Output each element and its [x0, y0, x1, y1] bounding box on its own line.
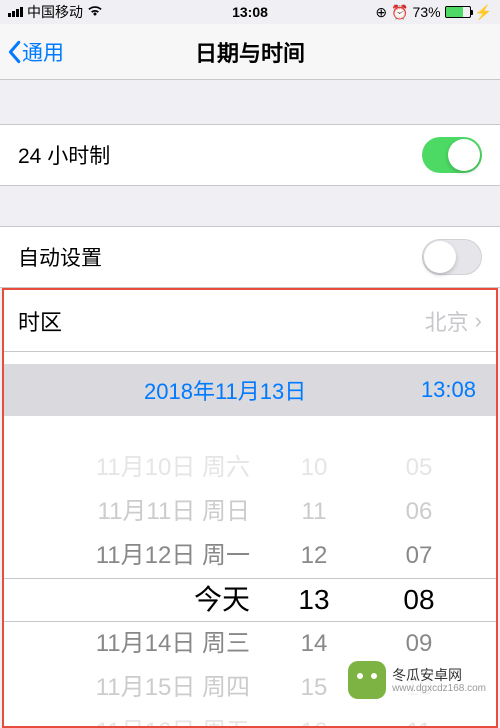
nav-bar: 通用 日期与时间: [0, 24, 500, 80]
picker-minute-item[interactable]: 11: [384, 710, 454, 726]
battery-icon: [445, 6, 471, 18]
carrier-label: 中国移动: [27, 2, 83, 22]
picker-minute-item[interactable]: 07: [384, 534, 454, 578]
picker-hour-item[interactable]: 13: [284, 578, 344, 622]
watermark-url: www.dgxcdz168.com: [392, 683, 486, 694]
status-bar: 中国移动 13:08 ⊕ ⏰ 73% ⚡: [0, 0, 500, 24]
watermark: 冬瓜安卓网 www.dgxcdz168.com: [340, 657, 494, 703]
picker-minute-item[interactable]: 08: [384, 578, 454, 622]
back-label: 通用: [22, 37, 64, 67]
selected-time: 13:08: [421, 377, 476, 403]
picker-date-item[interactable]: 11月12日 周一: [4, 534, 250, 578]
back-button[interactable]: 通用: [0, 37, 64, 67]
chevron-right-icon: ›: [475, 308, 482, 334]
alarm-icon: ⏰: [391, 4, 408, 21]
picker-date-item[interactable]: 今天: [4, 578, 250, 622]
picker-hour-item[interactable]: 14: [284, 622, 344, 666]
watermark-logo-icon: [348, 661, 386, 699]
picker-hour-item[interactable]: 15: [284, 666, 344, 710]
picker-minute-item[interactable]: 06: [384, 490, 454, 534]
chevron-left-icon: [6, 40, 22, 64]
picker-date-item[interactable]: 11月16日 周五: [4, 710, 250, 726]
row-datetime[interactable]: 2018年11月13日 13:08: [4, 364, 496, 416]
picker-date-item[interactable]: 11月14日 周三: [4, 622, 250, 666]
page-title: 日期与时间: [195, 36, 305, 68]
timezone-label: 时区: [18, 305, 62, 337]
timezone-value: 北京: [425, 305, 469, 337]
picker-date-item[interactable]: 11月11日 周日: [4, 490, 250, 534]
picker-date-item[interactable]: 11月15日 周四: [4, 666, 250, 710]
picker-col-date[interactable]: 11月10日 周六 11月11日 周日 11月12日 周一 今天 11月14日 …: [4, 446, 264, 726]
picker-hour-item[interactable]: 11: [284, 490, 344, 534]
picker-col-hour[interactable]: 10 11 12 13 14 15 16: [284, 446, 344, 726]
rotation-lock-icon: ⊕: [375, 4, 387, 21]
switch-auto-set[interactable]: [422, 239, 482, 275]
row-label: 自动设置: [18, 242, 102, 272]
charging-icon: ⚡: [475, 4, 492, 21]
picker-hour-item[interactable]: 12: [284, 534, 344, 578]
row-timezone[interactable]: 时区 北京 ›: [4, 290, 496, 352]
row-auto-set: 自动设置: [0, 226, 500, 288]
picker-hour-item[interactable]: 10: [284, 446, 344, 490]
watermark-name: 冬瓜安卓网: [392, 667, 486, 683]
signal-icon: [8, 7, 23, 17]
selected-date: 2018年11月13日: [144, 374, 306, 406]
picker-minute-item[interactable]: 05: [384, 446, 454, 490]
status-time: 13:08: [232, 4, 268, 20]
row-label: 24 小时制: [18, 140, 110, 170]
picker-date-item[interactable]: 11月10日 周六: [4, 446, 250, 490]
row-24-hour: 24 小时制: [0, 124, 500, 186]
battery-pct: 73%: [413, 4, 441, 20]
switch-24-hour[interactable]: [422, 137, 482, 173]
picker-hour-item[interactable]: 16: [284, 710, 344, 726]
wifi-icon: [87, 5, 103, 20]
